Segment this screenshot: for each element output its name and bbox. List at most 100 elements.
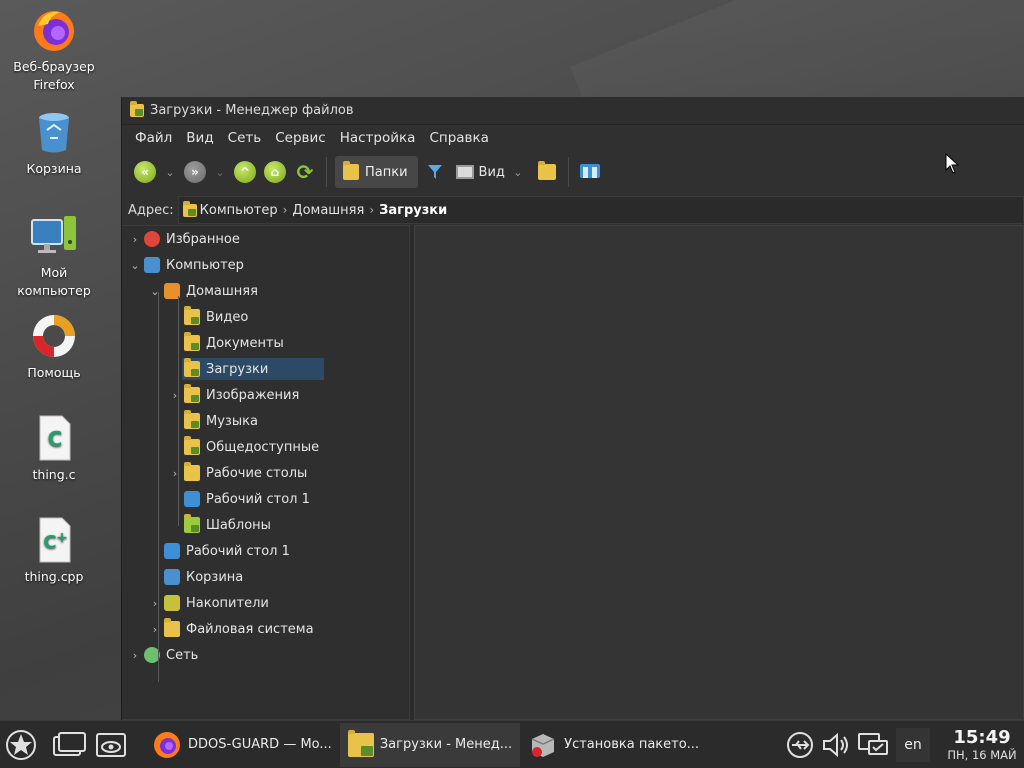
menu-tools[interactable]: Сервис bbox=[268, 130, 332, 146]
tree-item[interactable]: Шаблоны bbox=[168, 513, 327, 537]
start-menu-button[interactable] bbox=[0, 724, 42, 766]
tree-item[interactable]: › Накопители bbox=[148, 591, 325, 615]
show-desktop-button[interactable] bbox=[90, 724, 132, 766]
tree-item[interactable]: › Сеть bbox=[128, 643, 254, 667]
usb-tray-button[interactable] bbox=[782, 724, 818, 766]
tree-item[interactable]: Документы bbox=[168, 331, 340, 355]
tree-item[interactable]: Загрузки bbox=[168, 357, 325, 381]
tree-item-label: Сеть bbox=[166, 647, 199, 663]
view-dropdown-arrow[interactable]: ⌄ bbox=[510, 166, 526, 179]
task-file-manager[interactable]: Загрузки - Менед... bbox=[339, 722, 521, 767]
tree-item[interactable]: Видео bbox=[168, 305, 304, 329]
desktop-icon-firefox[interactable]: Веб-браузер Firefox bbox=[4, 6, 104, 94]
tree-item[interactable]: Рабочий стол 1 bbox=[168, 487, 366, 511]
volume-tray-button[interactable] bbox=[818, 724, 854, 766]
clock[interactable]: 15:49 ПН, 16 МАЙ bbox=[940, 727, 1024, 762]
tree-item-content[interactable]: Домашняя bbox=[162, 280, 314, 302]
tree-item-content[interactable]: Компьютер bbox=[142, 254, 300, 276]
clock-date: ПН, 16 МАЙ bbox=[947, 747, 1017, 762]
menu-view[interactable]: Вид bbox=[179, 130, 220, 146]
breadcrumb-home[interactable]: Домашняя bbox=[292, 203, 364, 218]
desktop-icon-thing-c[interactable]: C thing.c bbox=[4, 414, 104, 484]
tree-item-content[interactable]: Изображения bbox=[182, 384, 355, 406]
expand-chevron-icon[interactable]: › bbox=[128, 649, 142, 662]
new-folder-button[interactable] bbox=[534, 156, 560, 188]
back-history-dropdown[interactable]: ⌄ bbox=[162, 166, 178, 179]
tree-item[interactable]: › Рабочие столы bbox=[168, 461, 363, 485]
desktop-icon-thing-cpp[interactable]: C + thing.cpp bbox=[4, 516, 104, 586]
breadcrumb-computer[interactable]: Компьютер bbox=[200, 203, 278, 218]
tree-item[interactable]: › Изображения bbox=[168, 383, 355, 407]
tree-item-content[interactable]: Музыка bbox=[182, 410, 314, 432]
tree-item-content[interactable]: Накопители bbox=[162, 592, 325, 614]
folder-badge-icon bbox=[191, 395, 199, 402]
tree-guide-line bbox=[158, 292, 159, 682]
desktop-icon-my-computer[interactable]: Мой компьютер bbox=[4, 212, 104, 300]
desktop-icon-help[interactable]: Помощь bbox=[4, 312, 104, 382]
toolbar-separator bbox=[326, 157, 327, 187]
tree-item[interactable]: Музыка bbox=[168, 409, 314, 433]
tree-item-content[interactable]: Шаблоны bbox=[182, 514, 327, 536]
tree-item-content[interactable]: Загрузки bbox=[182, 358, 325, 380]
folder-badge-icon bbox=[191, 317, 199, 324]
collapse-chevron-icon[interactable]: ⌄ bbox=[148, 285, 162, 298]
connect-network-button[interactable] bbox=[577, 156, 603, 188]
window-switcher-button[interactable] bbox=[48, 724, 90, 766]
new-folder-icon bbox=[537, 161, 556, 180]
up-button[interactable]: ^ bbox=[232, 156, 258, 188]
desktop-eye-icon bbox=[96, 732, 126, 757]
tree-item[interactable]: ⌄ Домашняя bbox=[148, 279, 314, 303]
public-folder-icon bbox=[184, 436, 200, 455]
tree-item[interactable]: Рабочий стол 1 bbox=[148, 539, 346, 563]
file-list-area[interactable] bbox=[414, 225, 1024, 720]
menu-network[interactable]: Сеть bbox=[221, 130, 269, 146]
window-titlebar[interactable]: Загрузки - Менеджер файлов bbox=[122, 97, 1024, 125]
tree-item[interactable]: › Избранное bbox=[128, 227, 296, 251]
collapse-chevron-icon[interactable]: ⌄ bbox=[128, 259, 142, 272]
back-button[interactable]: « bbox=[132, 156, 158, 188]
tree-item-content[interactable]: Рабочий стол 1 bbox=[182, 488, 366, 510]
expand-chevron-icon[interactable]: › bbox=[168, 389, 182, 402]
task-package-installer[interactable]: Установка пакето... bbox=[520, 723, 707, 767]
network-tray-button[interactable] bbox=[854, 724, 892, 766]
tree-item-content[interactable]: Избранное bbox=[142, 228, 296, 250]
keyboard-layout-indicator[interactable]: en bbox=[896, 727, 930, 762]
tree-item-label: Домашняя bbox=[186, 283, 258, 299]
expand-chevron-icon[interactable]: › bbox=[128, 233, 142, 246]
menu-help[interactable]: Справка bbox=[422, 130, 495, 146]
home-button[interactable]: ⌂ bbox=[262, 156, 288, 188]
task-firefox[interactable]: DDOS-GUARD — Mo... bbox=[144, 723, 340, 767]
tree-guide-line bbox=[178, 296, 179, 526]
folder-icon bbox=[184, 462, 200, 481]
tree-item-content[interactable]: Видео bbox=[182, 306, 304, 328]
tree-item-content[interactable]: Корзина bbox=[162, 566, 299, 588]
tree-item-content[interactable]: Общедоступные bbox=[182, 436, 375, 458]
tree-item-content[interactable]: Файловая система bbox=[162, 618, 370, 640]
desktop-icon-trash[interactable]: Корзина bbox=[4, 108, 104, 178]
folders-toggle-button[interactable]: Папки bbox=[335, 156, 418, 188]
tree-item-label: Общедоступные bbox=[206, 439, 320, 455]
tree-item[interactable]: Общедоступные bbox=[168, 435, 375, 459]
refresh-button[interactable]: ⟳ bbox=[292, 156, 318, 188]
menu-file[interactable]: Файл bbox=[128, 130, 179, 146]
filter-button[interactable] bbox=[422, 156, 448, 188]
tree-item-content[interactable]: Рабочий стол 1 bbox=[162, 540, 346, 562]
view-mode-button[interactable]: Вид ⌄ bbox=[452, 156, 530, 188]
expand-chevron-icon[interactable]: › bbox=[148, 623, 162, 636]
panes: › Избранное ⌄ Компьютер ⌄ Домашняя Видео Докуме… bbox=[122, 225, 1024, 720]
menu-settings[interactable]: Настройка bbox=[333, 130, 423, 146]
forward-button[interactable]: » bbox=[182, 156, 208, 188]
tree-item[interactable]: › Файловая система bbox=[148, 617, 370, 641]
tree-item-content[interactable]: Рабочие столы bbox=[182, 462, 363, 484]
tree-item-content[interactable]: Документы bbox=[182, 332, 340, 354]
expand-chevron-icon[interactable]: › bbox=[168, 467, 182, 480]
forward-history-dropdown[interactable]: ⌄ bbox=[212, 166, 228, 179]
expand-chevron-icon[interactable]: › bbox=[148, 597, 162, 610]
tree-item[interactable]: Корзина bbox=[148, 565, 299, 589]
address-breadcrumb[interactable]: Компьютер › Домашняя › Загрузки bbox=[177, 196, 1024, 224]
downloads-folder-icon bbox=[347, 729, 374, 757]
tree-item-label: Рабочие столы bbox=[206, 465, 308, 481]
tree-item[interactable]: ⌄ Компьютер bbox=[128, 253, 300, 277]
breadcrumb-downloads[interactable]: Загрузки bbox=[379, 203, 447, 218]
package-installer-icon bbox=[531, 733, 555, 757]
